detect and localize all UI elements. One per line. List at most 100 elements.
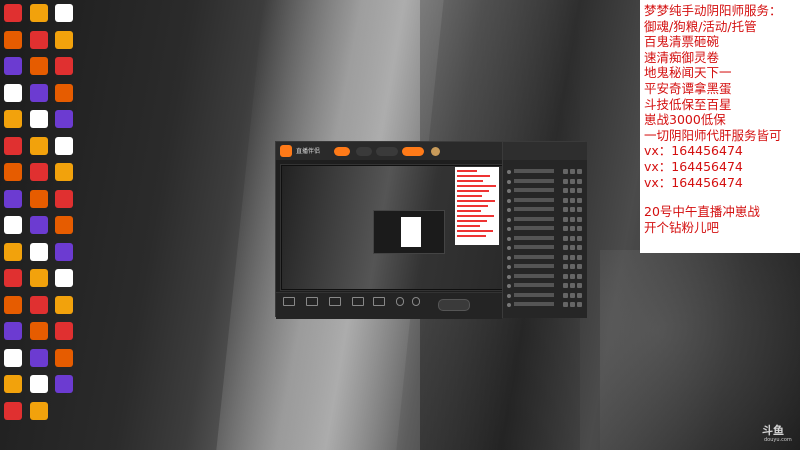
scene-list-item[interactable]: [507, 254, 583, 262]
desktop-shortcut-icon[interactable]: [55, 83, 73, 102]
desktop-shortcut-icon[interactable]: [55, 295, 73, 314]
desktop-shortcut-icon[interactable]: [4, 163, 22, 181]
scene-list-item[interactable]: [507, 206, 583, 214]
desktop-shortcut-icon[interactable]: [30, 322, 48, 340]
desktop-shortcut-icon[interactable]: [55, 189, 73, 208]
scene-eye-icon[interactable]: [507, 208, 511, 212]
scene-control-icon[interactable]: [563, 216, 568, 222]
scene-control-icon[interactable]: [577, 264, 582, 269]
scene-control-icon[interactable]: [577, 273, 582, 279]
desktop-shortcut-icon[interactable]: [4, 242, 22, 261]
scene-control-icon[interactable]: [570, 254, 575, 260]
scene-list-item[interactable]: [507, 273, 583, 281]
desktop-shortcut-icon[interactable]: [4, 110, 22, 128]
scene-control-icon[interactable]: [563, 178, 568, 184]
scene-control-icon[interactable]: [570, 283, 575, 288]
desktop-shortcut-icon[interactable]: [4, 322, 22, 340]
desktop-shortcut-icon[interactable]: [55, 4, 73, 22]
scene-control-icon[interactable]: [570, 216, 575, 222]
desktop-shortcut-icon[interactable]: [55, 348, 73, 367]
scene-control-icon[interactable]: [570, 188, 575, 193]
scene-eye-icon[interactable]: [507, 189, 511, 193]
scene-control-icon[interactable]: [563, 254, 568, 260]
scene-control-icon[interactable]: [563, 169, 568, 174]
scene-control-icon[interactable]: [577, 254, 582, 260]
scene-eye-icon[interactable]: [507, 179, 511, 184]
scene-control-icon[interactable]: [570, 273, 575, 279]
scene-control-icon[interactable]: [570, 207, 575, 212]
desktop-shortcut-icon[interactable]: [4, 269, 22, 287]
desktop-shortcut-icon[interactable]: [55, 57, 73, 75]
desktop-shortcut-icon[interactable]: [30, 163, 48, 181]
scene-list-item[interactable]: [507, 235, 583, 243]
desktop-shortcut-icon[interactable]: [4, 30, 22, 49]
scene-list-item[interactable]: [507, 225, 583, 233]
scene-eye-icon[interactable]: [507, 284, 511, 288]
scene-eye-icon[interactable]: [507, 246, 511, 250]
scene-control-icon[interactable]: [563, 197, 568, 203]
streaming-app-window[interactable]: 直播伴侣: [275, 141, 587, 319]
scene-eye-icon[interactable]: [507, 265, 511, 269]
scene-control-icon[interactable]: [577, 302, 582, 307]
scene-eye-icon[interactable]: [507, 236, 511, 241]
scene-control-icon[interactable]: [570, 292, 575, 298]
desktop-shortcut-icon[interactable]: [30, 375, 48, 393]
record-button[interactable]: [438, 299, 470, 311]
scene-control-icon[interactable]: [577, 226, 582, 231]
desktop-shortcut-icon[interactable]: [30, 4, 48, 22]
desktop-shortcut-icon[interactable]: [30, 242, 48, 261]
scene-eye-icon[interactable]: [507, 293, 511, 298]
desktop-shortcut-icon[interactable]: [30, 216, 48, 234]
desktop-shortcut-icon[interactable]: [4, 57, 22, 75]
scene-control-icon[interactable]: [577, 169, 582, 174]
scene-control-icon[interactable]: [563, 235, 568, 241]
scene-control-icon[interactable]: [577, 216, 582, 222]
desktop-shortcut-icon[interactable]: [55, 375, 73, 393]
scene-control-icon[interactable]: [563, 264, 568, 269]
scene-control-icon[interactable]: [563, 188, 568, 193]
scene-eye-icon[interactable]: [507, 227, 511, 231]
desktop-shortcut-icon[interactable]: [4, 136, 22, 155]
scene-control-icon[interactable]: [570, 302, 575, 307]
scene-control-icon[interactable]: [570, 226, 575, 231]
scene-control-icon[interactable]: [577, 292, 582, 298]
desktop-shortcut-icon[interactable]: [30, 348, 48, 367]
scene-list-item[interactable]: [507, 244, 583, 252]
scene-list-item[interactable]: [507, 282, 583, 290]
scene-control-icon[interactable]: [577, 207, 582, 212]
go-live-button[interactable]: [334, 147, 350, 156]
desktop-shortcut-icon[interactable]: [55, 136, 73, 155]
mode-button[interactable]: [356, 147, 372, 156]
scene-control-icon[interactable]: [577, 188, 582, 193]
desktop-shortcut-icon[interactable]: [4, 375, 22, 393]
scene-control-icon[interactable]: [563, 302, 568, 307]
desktop-shortcut-icon[interactable]: [4, 4, 22, 22]
desktop-shortcut-icon[interactable]: [4, 216, 22, 234]
scene-control-icon[interactable]: [577, 245, 582, 250]
desktop-shortcut-icon[interactable]: [55, 322, 73, 340]
start-live-button[interactable]: [402, 147, 424, 156]
camera-icon[interactable]: [283, 297, 295, 306]
window-capture-icon[interactable]: [329, 297, 341, 306]
scene-list-item[interactable]: [507, 292, 583, 300]
desktop-shortcut-icon[interactable]: [4, 295, 22, 314]
settings-button[interactable]: [376, 147, 398, 156]
scene-control-icon[interactable]: [577, 197, 582, 203]
image-icon[interactable]: [373, 297, 385, 306]
scene-control-icon[interactable]: [563, 283, 568, 288]
scene-list-item[interactable]: [507, 168, 583, 176]
desktop-shortcut-icon[interactable]: [55, 216, 73, 234]
desktop-shortcut-icon[interactable]: [4, 189, 22, 208]
scene-control-icon[interactable]: [563, 292, 568, 298]
scene-eye-icon[interactable]: [507, 170, 511, 174]
scene-eye-icon[interactable]: [507, 303, 511, 307]
scene-control-icon[interactable]: [570, 169, 575, 174]
avatar[interactable]: [431, 147, 440, 156]
scene-control-icon[interactable]: [563, 207, 568, 212]
scene-eye-icon[interactable]: [507, 274, 511, 279]
desktop-shortcut-icon[interactable]: [30, 401, 48, 420]
scene-list-item[interactable]: [507, 263, 583, 271]
scene-control-icon[interactable]: [570, 264, 575, 269]
desktop-shortcut-icon[interactable]: [30, 295, 48, 314]
scene-control-icon[interactable]: [570, 178, 575, 184]
